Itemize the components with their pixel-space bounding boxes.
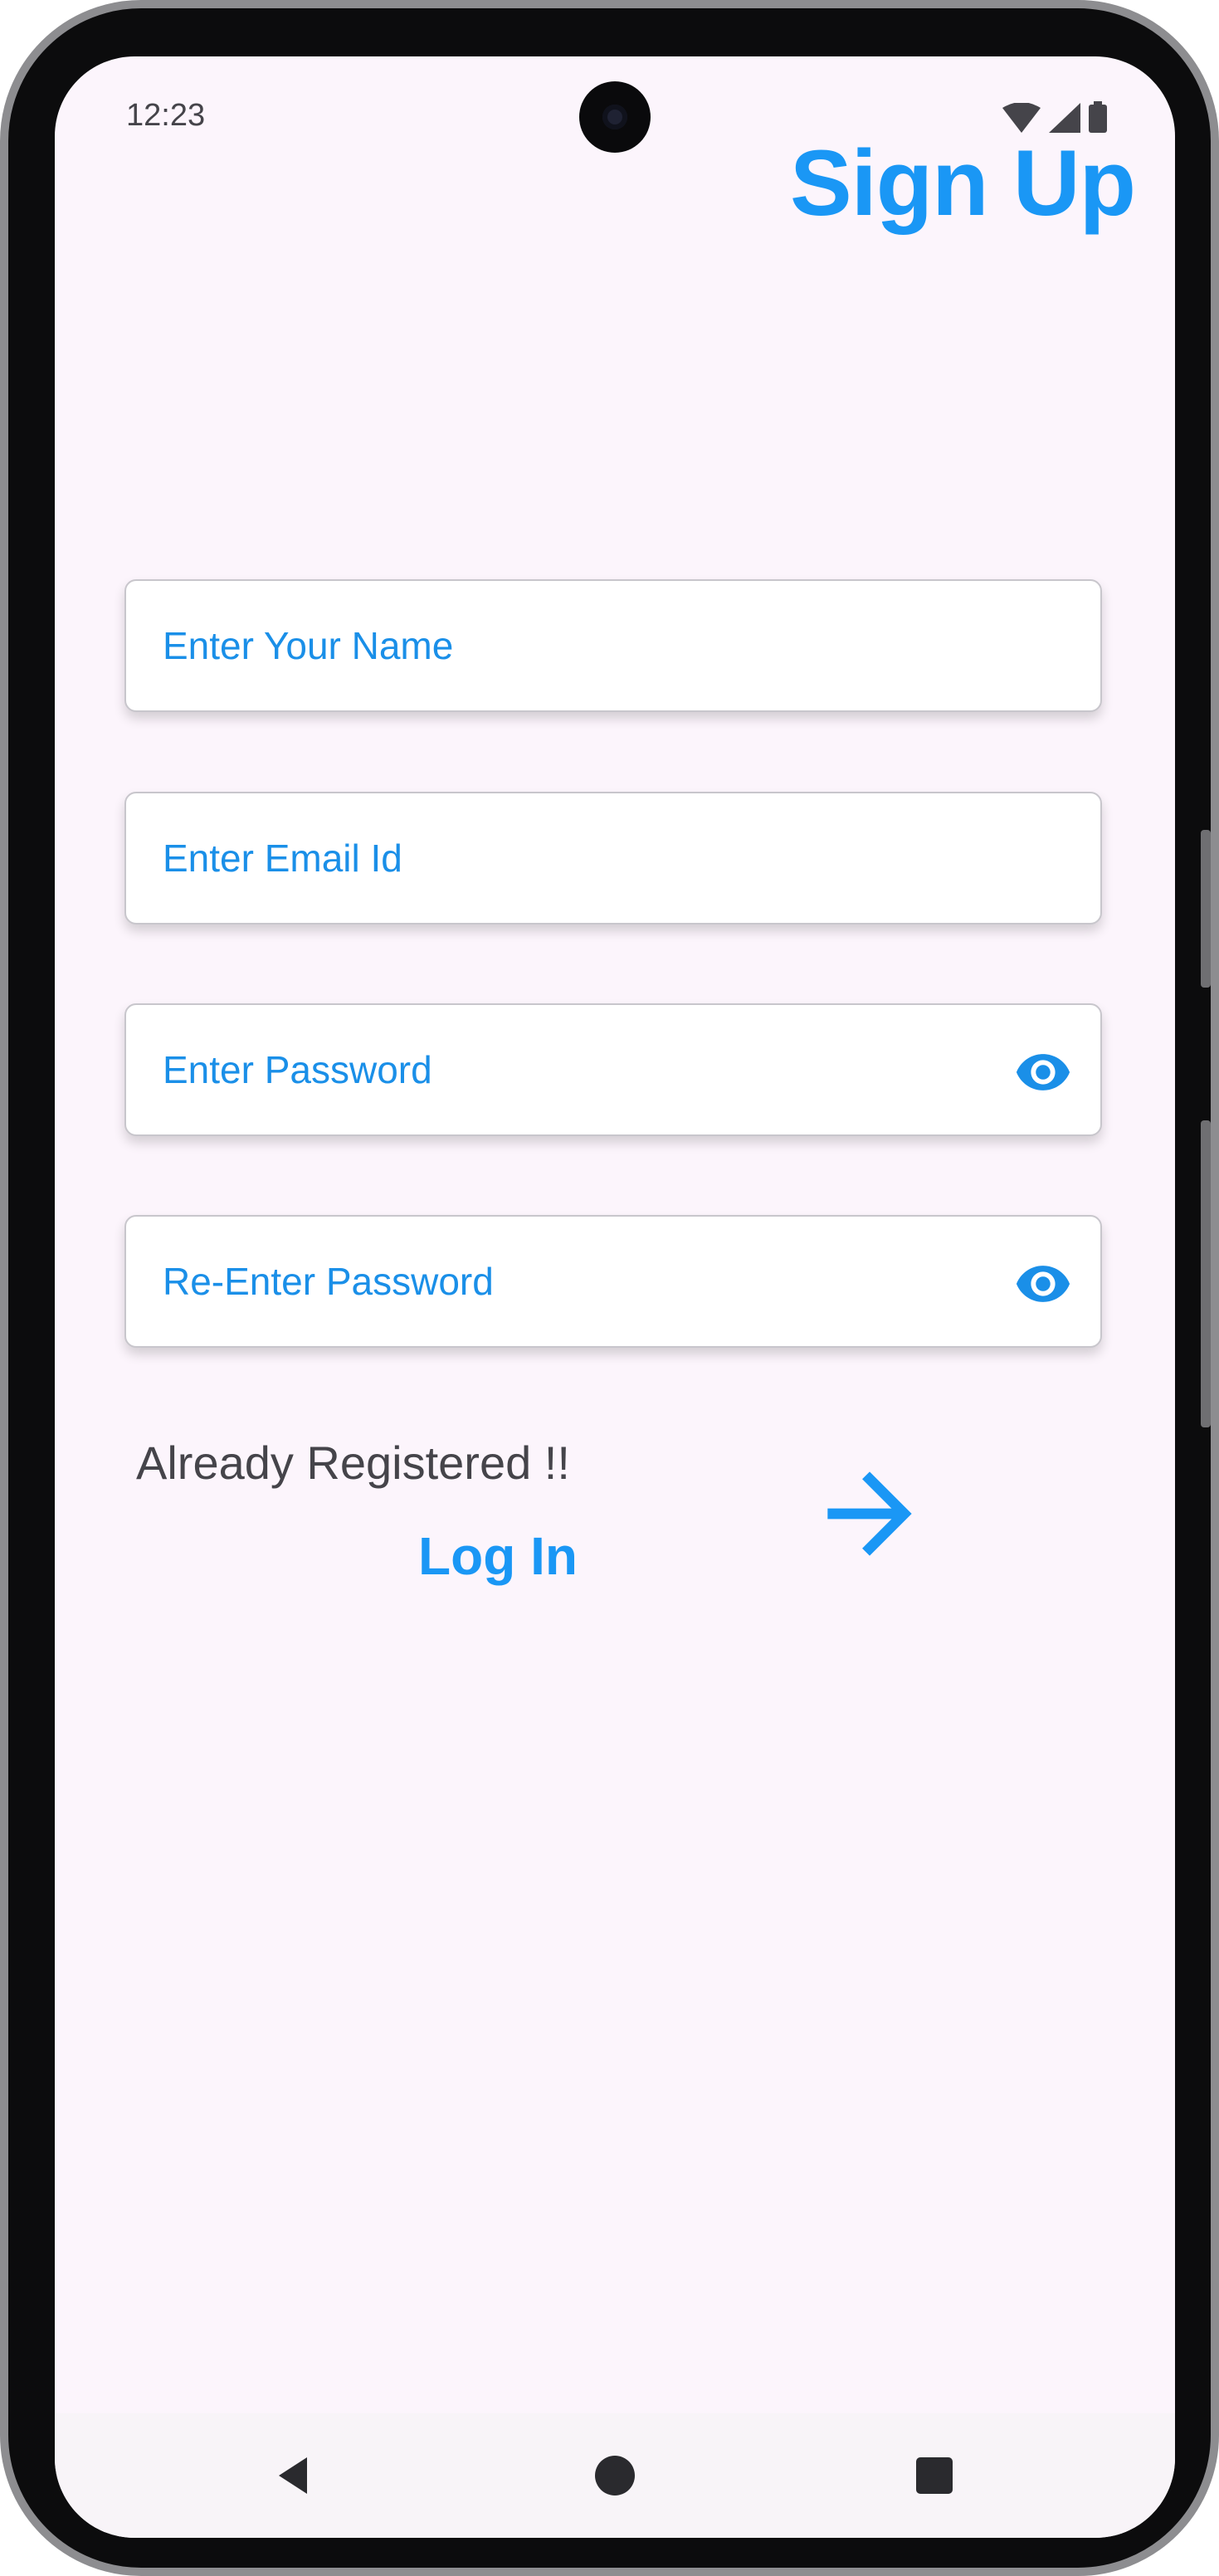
back-triangle-icon[interactable] bbox=[262, 2442, 329, 2509]
eye-icon[interactable] bbox=[1014, 1255, 1072, 1313]
navigation-bar bbox=[55, 2413, 1175, 2538]
confirm-password-input[interactable] bbox=[163, 1217, 992, 1346]
app-screen: 12:23 Sign Up Enter Your Name Enter Emai… bbox=[55, 56, 1175, 2538]
camera-lens bbox=[602, 105, 627, 129]
page-title: Sign Up bbox=[789, 131, 1136, 235]
confirm-password-field[interactable] bbox=[124, 1215, 1102, 1348]
arrow-right-icon[interactable] bbox=[807, 1451, 933, 1577]
password-field[interactable] bbox=[124, 1003, 1102, 1136]
login-link[interactable]: Log In bbox=[418, 1525, 578, 1587]
email-input[interactable] bbox=[163, 793, 992, 923]
home-circle-icon[interactable] bbox=[582, 2442, 648, 2509]
signal-icon bbox=[1049, 103, 1080, 133]
email-field[interactable] bbox=[124, 792, 1102, 925]
phone-frame: 12:23 Sign Up Enter Your Name Enter Emai… bbox=[0, 0, 1219, 2576]
already-registered-text: Already Registered !! bbox=[136, 1437, 570, 1489]
recents-square-icon[interactable] bbox=[901, 2442, 968, 2509]
status-icons bbox=[1002, 101, 1107, 133]
wifi-icon bbox=[1002, 103, 1041, 133]
front-camera bbox=[579, 81, 651, 153]
password-input[interactable] bbox=[163, 1005, 992, 1134]
name-field[interactable] bbox=[124, 579, 1102, 712]
eye-icon[interactable] bbox=[1014, 1043, 1072, 1101]
volume-button bbox=[1201, 1120, 1211, 1427]
power-button bbox=[1201, 830, 1211, 988]
status-time: 12:23 bbox=[126, 98, 206, 133]
name-input[interactable] bbox=[163, 581, 992, 710]
battery-icon bbox=[1089, 101, 1107, 133]
